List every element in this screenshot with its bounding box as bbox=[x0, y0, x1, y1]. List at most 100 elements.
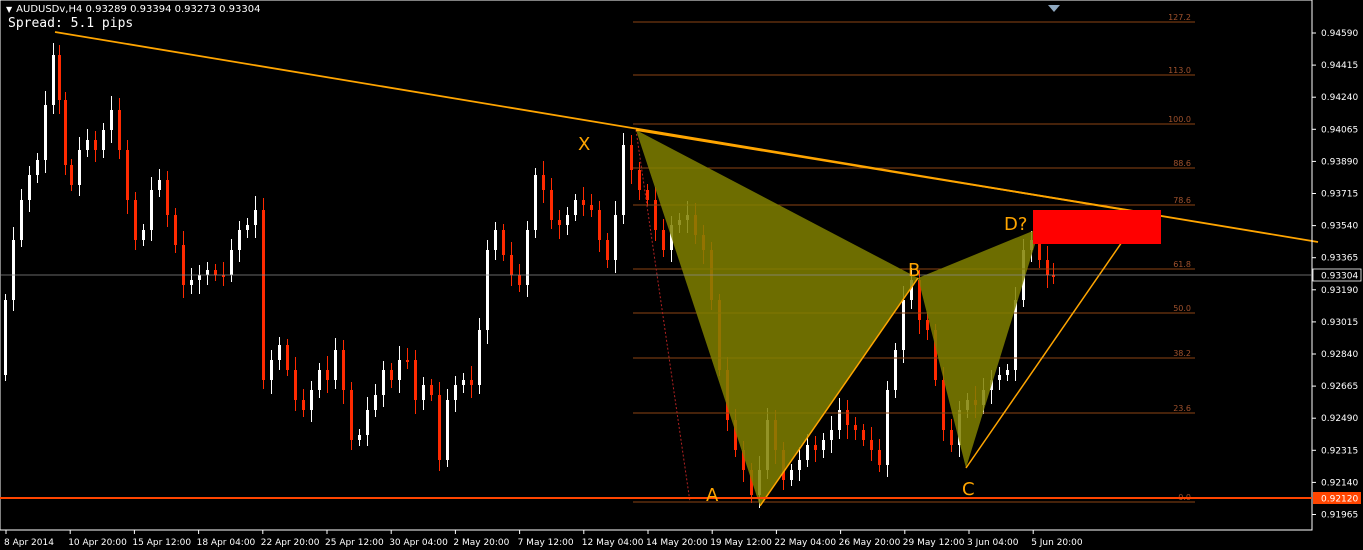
candle-body bbox=[646, 190, 649, 200]
candle-body bbox=[1006, 370, 1009, 375]
candle-body bbox=[102, 130, 105, 150]
chart-shift-triangle-icon[interactable] bbox=[1048, 5, 1060, 12]
fib-level-label: 38.2 bbox=[1173, 349, 1191, 358]
candle-body bbox=[64, 100, 67, 165]
candle-body bbox=[438, 395, 441, 460]
target-zone-rect[interactable] bbox=[1033, 210, 1161, 244]
candle-body bbox=[118, 110, 121, 150]
candle-body bbox=[590, 205, 593, 210]
current-price-label: 0.93304 bbox=[1321, 272, 1358, 282]
candle-body bbox=[574, 200, 577, 215]
candle-body bbox=[558, 220, 561, 225]
candle-body bbox=[342, 350, 345, 390]
candle-body bbox=[446, 400, 449, 460]
candle-body bbox=[846, 410, 849, 425]
candle-body bbox=[638, 170, 641, 190]
candle-body bbox=[262, 210, 265, 380]
candle-body bbox=[12, 240, 15, 300]
time-tick-label: 14 May 20:00 bbox=[646, 538, 708, 548]
time-tick-label: 8 Apr 2014 bbox=[4, 538, 54, 548]
candle-body bbox=[166, 180, 169, 215]
price-tick-label: 0.94240 bbox=[1321, 93, 1358, 103]
candle-body bbox=[518, 275, 521, 285]
fib-level-label: 78.6 bbox=[1173, 196, 1191, 205]
candle-body bbox=[334, 350, 337, 380]
candle-body bbox=[126, 150, 129, 200]
time-tick-label: 26 May 20:00 bbox=[839, 538, 901, 548]
support-price-label: 0.92120 bbox=[1321, 495, 1358, 505]
candle-body bbox=[52, 55, 55, 105]
candle-body bbox=[382, 370, 385, 395]
candle-body bbox=[598, 210, 601, 240]
candle-body bbox=[4, 300, 7, 375]
candle-body bbox=[310, 390, 313, 410]
candle-body bbox=[822, 440, 825, 450]
candle-body bbox=[862, 430, 865, 440]
candle-body bbox=[870, 440, 873, 450]
candle-body bbox=[214, 270, 217, 275]
price-tick-label: 0.94590 bbox=[1321, 29, 1358, 39]
pattern-triangle-xab[interactable] bbox=[636, 130, 918, 506]
candle-body bbox=[486, 250, 489, 330]
candle-body bbox=[662, 230, 665, 250]
price-tick-label: 0.93190 bbox=[1321, 286, 1358, 296]
price-tick-label: 0.92665 bbox=[1321, 382, 1358, 392]
time-tick-label: 5 Jun 20:00 bbox=[1031, 538, 1083, 548]
time-tick-label: 18 Apr 04:00 bbox=[197, 538, 256, 548]
candle-body bbox=[998, 375, 1001, 380]
candle-body bbox=[206, 270, 209, 275]
time-tick-label: 3 Jun 04:00 bbox=[967, 538, 1019, 548]
candle-body bbox=[854, 425, 857, 430]
time-tick-label: 22 May 04:00 bbox=[774, 538, 836, 548]
candle-body bbox=[358, 435, 361, 440]
time-tick-label: 30 Apr 04:00 bbox=[389, 538, 448, 548]
candle-body bbox=[950, 430, 953, 445]
candle-body bbox=[134, 200, 137, 240]
candle-body bbox=[398, 360, 401, 380]
pattern-label-b: B bbox=[908, 260, 920, 281]
candle-body bbox=[20, 200, 23, 240]
candle-body bbox=[318, 370, 321, 390]
candle-body bbox=[158, 180, 161, 190]
fib-level-label: 100.0 bbox=[1168, 115, 1191, 124]
fib-level-label: 88.6 bbox=[1173, 159, 1191, 168]
time-tick-label: 22 Apr 20:00 bbox=[261, 538, 320, 548]
chart-window[interactable]: 127.2 113.0 100.0 88.6 78.6 61.8 50.0 38.2 23.6 0… bbox=[0, 0, 1363, 550]
candle-body bbox=[174, 215, 177, 245]
candle-body bbox=[110, 110, 113, 130]
price-tick-label: 0.93890 bbox=[1321, 157, 1358, 167]
candle-body bbox=[86, 140, 89, 150]
candle-body bbox=[470, 380, 473, 385]
candle-body bbox=[798, 460, 801, 470]
dropdown-triangle-icon[interactable]: ▼ bbox=[6, 5, 12, 14]
candle-body bbox=[230, 250, 233, 275]
time-tick-label: 29 May 12:00 bbox=[903, 538, 965, 548]
candle-body bbox=[294, 370, 297, 400]
candle-body bbox=[606, 240, 609, 260]
candle-body bbox=[942, 380, 945, 430]
candle-body bbox=[58, 55, 61, 100]
time-tick-label: 25 Apr 12:00 bbox=[325, 538, 384, 548]
candle-body bbox=[366, 410, 369, 435]
candle-body bbox=[326, 370, 329, 380]
candle-body bbox=[182, 245, 185, 285]
candle-body bbox=[462, 380, 465, 385]
price-chart[interactable]: 127.2113.0100.088.678.661.850.038.223.6 0… bbox=[0, 0, 1363, 550]
candle-body bbox=[270, 360, 273, 380]
fib-level-label: 113.0 bbox=[1168, 66, 1191, 75]
candle-body bbox=[422, 385, 425, 400]
candle-body bbox=[902, 300, 905, 350]
candle-body bbox=[502, 230, 505, 255]
candle-body bbox=[94, 140, 97, 150]
candle-body bbox=[150, 190, 153, 230]
pattern-triangle-bcd[interactable] bbox=[918, 228, 1040, 468]
candle-body bbox=[454, 385, 457, 400]
candle-body bbox=[926, 320, 929, 330]
candle-body bbox=[406, 360, 409, 362]
candle-body bbox=[350, 390, 353, 440]
candle-body bbox=[478, 330, 481, 385]
candle-body bbox=[582, 200, 585, 205]
candle-body bbox=[142, 230, 145, 240]
time-tick-label: 2 May 20:00 bbox=[453, 538, 509, 548]
price-tick-label: 0.93715 bbox=[1321, 190, 1358, 200]
